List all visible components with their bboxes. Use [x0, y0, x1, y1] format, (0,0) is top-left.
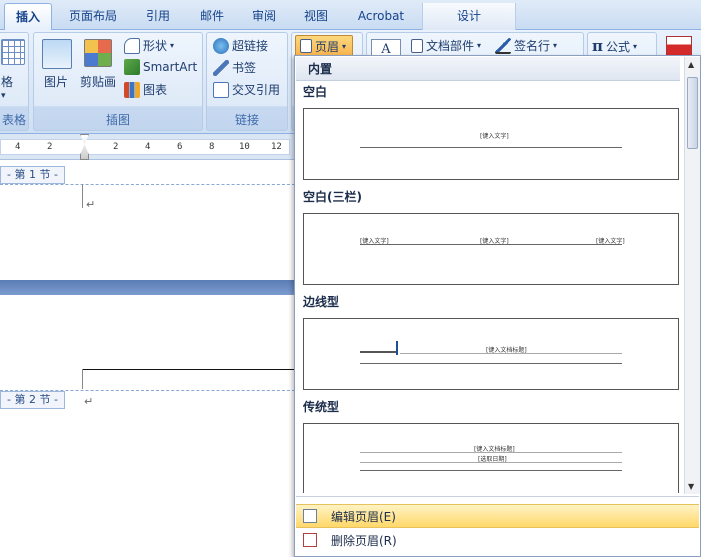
- page-gap: [0, 280, 295, 295]
- globe-icon: [213, 37, 229, 54]
- shapes-icon: [124, 37, 140, 54]
- header-rule: [82, 369, 295, 370]
- header-gallery-dropdown: 内置 空白 [键入文字] 空白(三栏) [键入文字] [键入文字] [键入文字]…: [294, 55, 701, 557]
- smartart-button[interactable]: SmartArt: [124, 59, 197, 75]
- document-page-2[interactable]: - 第 2 节 - ↵: [0, 295, 295, 557]
- chart-icon: [124, 81, 140, 98]
- ruler-scale: 4 2 2 4 6 8 10 12: [0, 134, 290, 160]
- picture-button[interactable]: 图片: [44, 73, 68, 90]
- header-button[interactable]: 页眉 ▾: [295, 35, 353, 57]
- ruler-tick: 10: [239, 142, 250, 152]
- signature-icon: [495, 37, 511, 54]
- group-label-tables: 表格: [1, 113, 26, 127]
- sideline-marker: [396, 341, 398, 355]
- header-line: [400, 353, 622, 354]
- quickparts-icon: [411, 38, 423, 53]
- table-icon: [1, 39, 25, 65]
- tab-design[interactable]: 设计: [422, 3, 516, 30]
- chart-button[interactable]: 图表: [124, 81, 167, 98]
- remove-header-icon: [303, 533, 317, 547]
- tab-insert[interactable]: 插入: [4, 3, 52, 30]
- hyperlink-button[interactable]: 超链接: [213, 37, 268, 54]
- group-illustrations: 图片 剪贴画 形状 ▾ SmartArt 图表 插图: [33, 32, 203, 131]
- bookmark-icon: [213, 59, 229, 76]
- gallery-section-title: 空白: [303, 85, 328, 99]
- ruler-tick: 6: [177, 142, 183, 152]
- section-2-tag: - 第 2 节 -: [0, 391, 65, 409]
- header-template-sideline[interactable]: [键入文档标题]: [303, 318, 679, 390]
- scrollbar-thumb[interactable]: [687, 77, 698, 149]
- ruler-tick: 2: [47, 142, 53, 152]
- picture-icon: [42, 39, 72, 69]
- header-template-blank-three-column[interactable]: [键入文字] [键入文字] [键入文字]: [303, 213, 679, 285]
- tab-references[interactable]: 引用: [134, 3, 182, 30]
- ribbon-tab-bar: 插入 页面布局 引用 邮件 审阅 视图 Acrobat 设计: [0, 0, 701, 30]
- text-cursor: [82, 184, 83, 208]
- header-line: [360, 147, 622, 148]
- header-template-traditional[interactable]: [键入文档标题] [选取日期]: [303, 423, 679, 493]
- shapes-button[interactable]: 形状 ▾: [124, 37, 174, 54]
- group-label-links: 链接: [234, 113, 259, 127]
- tab-page-layout[interactable]: 页面布局: [60, 3, 126, 30]
- gallery-section-title: 传统型: [303, 400, 340, 414]
- clipart-button[interactable]: 剪贴画: [80, 73, 116, 90]
- clipart-icon: [84, 39, 112, 67]
- group-tables: 格 ▾ 表格: [0, 32, 29, 131]
- ruler-tick: 8: [209, 142, 215, 152]
- edit-header-menu-item[interactable]: 编辑页眉(E): [296, 504, 699, 528]
- header-boundary: [0, 184, 295, 185]
- horizontal-ruler[interactable]: 4 2 2 4 6 8 10 12: [0, 134, 295, 160]
- ruler-tick: 4: [15, 142, 21, 152]
- document-page-1[interactable]: - 第 1 节 - ↵: [0, 160, 295, 280]
- header-line: [360, 363, 622, 364]
- paragraph-mark: ↵: [84, 395, 94, 408]
- scroll-up-icon[interactable]: ▲: [688, 60, 694, 69]
- smartart-icon: [124, 59, 140, 75]
- header-line: [360, 462, 622, 463]
- gallery-category-builtin: 内置: [296, 57, 680, 81]
- paragraph-mark: ↵: [86, 198, 96, 211]
- tab-mailings[interactable]: 邮件: [188, 3, 236, 30]
- header-line: [360, 470, 622, 471]
- placeholder-text: [键入文字]: [480, 133, 509, 140]
- crossref-icon: [213, 81, 229, 98]
- group-links: 超链接 书签 交叉引用 链接: [206, 32, 288, 131]
- margin-corner: [82, 369, 83, 389]
- header-line: [360, 452, 622, 453]
- table-button[interactable]: 格: [1, 73, 13, 90]
- gallery-scrollbar[interactable]: ▲ ▼: [684, 57, 700, 494]
- crossref-button[interactable]: 交叉引用: [213, 81, 280, 98]
- ruler-tick: 12: [271, 142, 282, 152]
- indent-marker[interactable]: [80, 134, 89, 160]
- tab-review[interactable]: 审阅: [240, 3, 288, 30]
- pi-icon: π: [592, 37, 603, 55]
- gallery-section-title: 空白(三栏): [303, 190, 362, 204]
- equation-button[interactable]: π 公式 ▾: [592, 37, 637, 55]
- group-label-illustrations: 插图: [105, 113, 130, 127]
- menu-separator: [296, 496, 699, 497]
- section-1-tag: - 第 1 节 -: [0, 166, 65, 184]
- bookmark-button[interactable]: 书签: [213, 59, 256, 76]
- ruler-tick: 2: [113, 142, 119, 152]
- sideline-bar: [360, 351, 396, 353]
- gallery-section-title: 边线型: [303, 295, 340, 309]
- header-line: [360, 244, 622, 245]
- signature-line-button[interactable]: 签名行 ▾: [495, 37, 557, 54]
- header-icon: [300, 39, 312, 53]
- remove-header-menu-item[interactable]: 删除页眉(R): [296, 528, 699, 552]
- quickparts-button[interactable]: 文档部件 ▾: [411, 37, 481, 54]
- remove-header-label: 删除页眉(R): [331, 533, 397, 548]
- ruler-tick: 4: [145, 142, 151, 152]
- scroll-down-icon[interactable]: ▼: [688, 482, 694, 491]
- tab-view[interactable]: 视图: [292, 3, 340, 30]
- edit-header-label: 编辑页眉(E): [331, 509, 396, 524]
- table-dropdown-arrow[interactable]: ▾: [1, 91, 6, 101]
- header-template-blank[interactable]: [键入文字]: [303, 108, 679, 180]
- tab-acrobat[interactable]: Acrobat: [346, 3, 416, 30]
- edit-header-icon: [303, 509, 317, 523]
